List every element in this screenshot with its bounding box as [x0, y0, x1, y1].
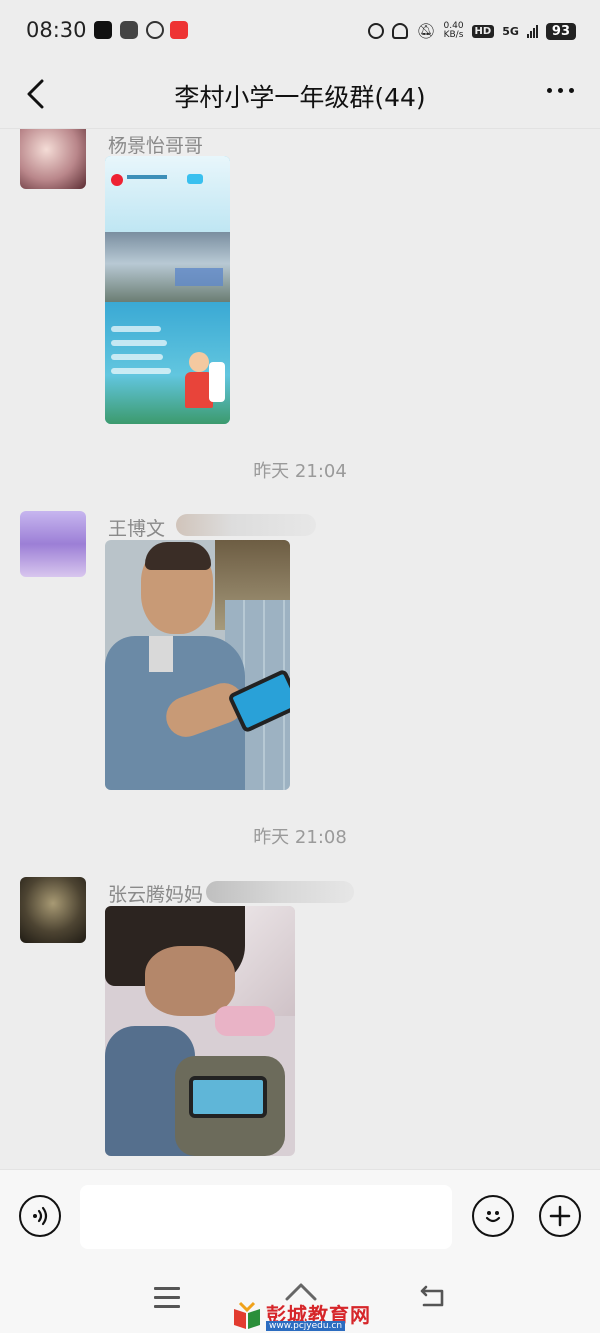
sender-name: 杨景怡哥哥 [108, 135, 204, 157]
status-right: 🔕︎ 0.40 KB/s HD 5G 93 [368, 18, 576, 44]
swap-app-icon [146, 21, 164, 39]
message-image[interactable] [105, 156, 230, 424]
more-dots-icon [547, 88, 552, 93]
voice-button[interactable] [19, 1195, 61, 1237]
timestamp: 昨天 21:04 [253, 461, 347, 482]
chat-area[interactable]: 杨景怡哥哥 昨天 21:04 王博文 昨天 21:08 张云腾妈妈 [0, 129, 600, 1169]
timestamp: 昨天 21:08 [253, 827, 347, 848]
speed-icon [392, 23, 409, 39]
more-button[interactable] [547, 88, 574, 93]
message-composer [0, 1169, 600, 1266]
sender-name: 张云腾妈妈 [108, 884, 204, 906]
redacted-remark [206, 881, 354, 903]
signal-bars-icon [526, 24, 538, 38]
mute-icon: 🔕︎ [416, 22, 436, 40]
battery-level: 93 [545, 22, 576, 40]
page-title: 李村小学一年级群(44) [174, 83, 426, 112]
book-logo-icon [234, 1301, 260, 1329]
emoji-button[interactable] [472, 1195, 514, 1237]
redacted-remark [176, 514, 316, 536]
plus-icon [549, 1205, 571, 1227]
message-image[interactable] [105, 906, 295, 1156]
chat-header: 李村小学一年级群(44) [0, 62, 600, 129]
avatar[interactable] [20, 511, 86, 577]
message-image[interactable] [105, 540, 290, 790]
voice-icon [33, 1206, 48, 1226]
net-speed-unit: KB/s [443, 30, 464, 40]
hd-badge: HD [471, 24, 495, 38]
watermark-url: www.pcjyedu.cn [266, 1321, 346, 1331]
menu-icon[interactable] [154, 1287, 180, 1314]
signal-label: 5G [502, 24, 519, 38]
message-input[interactable] [80, 1185, 452, 1249]
video-app-icon [120, 21, 138, 39]
red-app-icon [170, 21, 188, 39]
watermark-logo: 彭城教育网 www.pcjyedu.cn [232, 1299, 372, 1333]
plus-button[interactable] [539, 1195, 581, 1237]
sender-name: 王博文 [108, 518, 166, 540]
avatar[interactable] [20, 129, 86, 189]
status-time: 08:30 [26, 18, 87, 42]
emoji-icon [485, 1211, 501, 1223]
alarm-icon [368, 23, 385, 39]
back-icon[interactable] [418, 1283, 448, 1313]
avatar[interactable] [20, 877, 86, 943]
net-speed: 0.40 KB/s [444, 22, 464, 40]
status-bar: 08:30 🔕︎ 0.40 KB/s HD 5G 93 [0, 0, 600, 62]
tiktok-icon [94, 21, 112, 39]
